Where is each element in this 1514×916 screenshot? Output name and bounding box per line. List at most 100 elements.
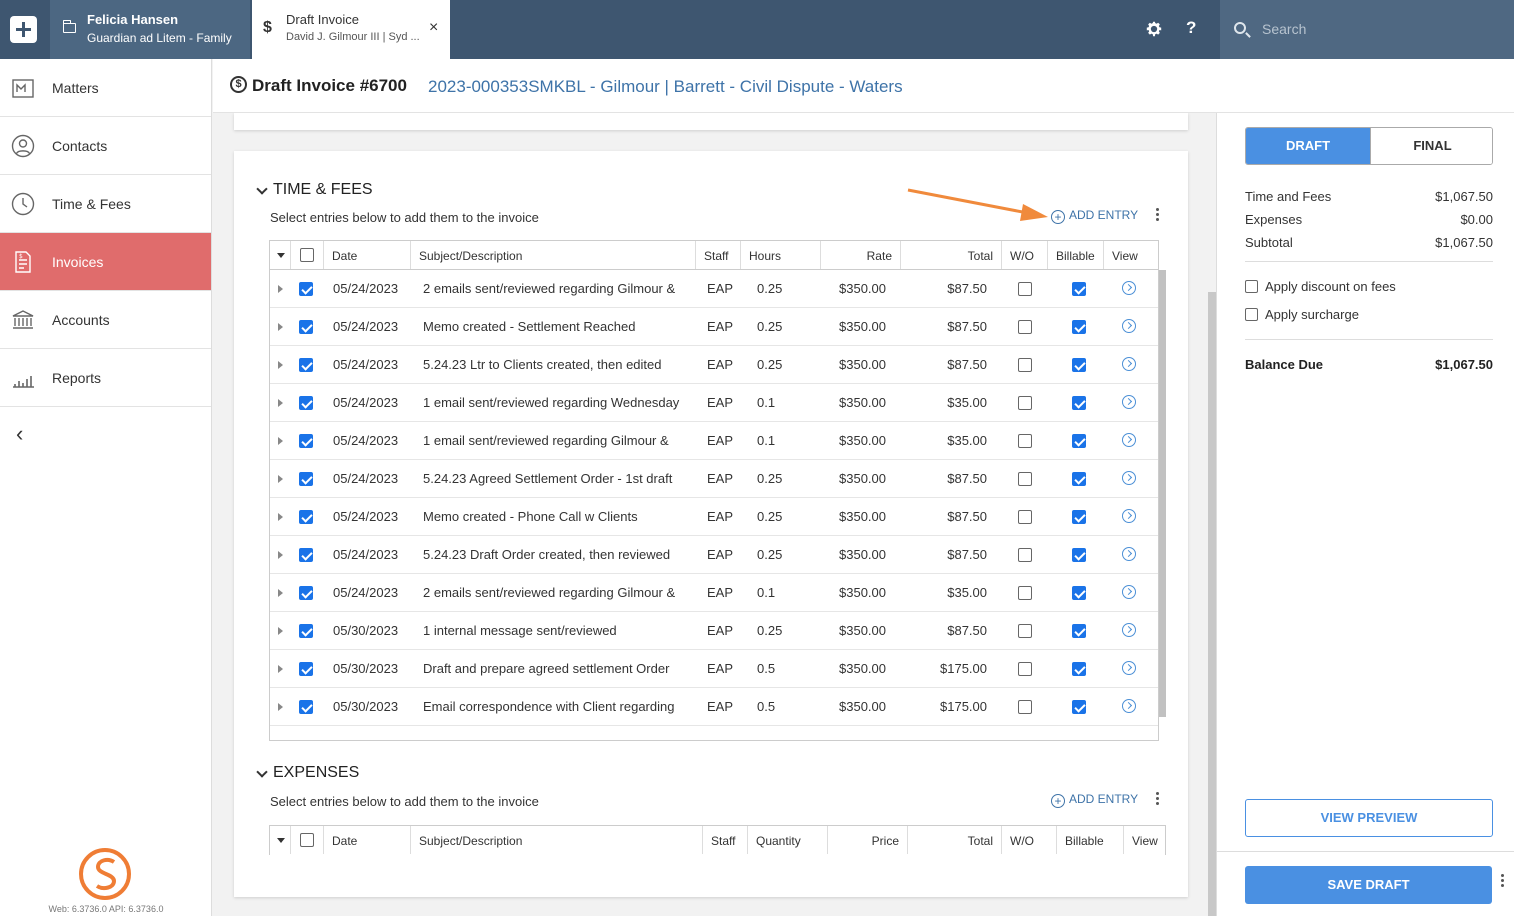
surcharge-option[interactable]: Apply surcharge <box>1245 307 1359 322</box>
view-entry-icon[interactable] <box>1122 433 1136 447</box>
new-item-button[interactable] <box>10 16 37 43</box>
row-select-checkbox[interactable] <box>299 472 313 486</box>
write-off-checkbox[interactable] <box>1018 662 1032 676</box>
save-draft-button[interactable]: SAVE DRAFT <box>1245 866 1492 904</box>
row-select-checkbox[interactable] <box>299 358 313 372</box>
table-row[interactable]: 05/24/2023 5.24.23 Agreed Settlement Orde… <box>270 460 1158 498</box>
billable-checkbox[interactable] <box>1072 320 1086 334</box>
sidebar-item-contacts[interactable]: Contacts <box>0 117 211 175</box>
view-entry-icon[interactable] <box>1122 319 1136 333</box>
collapse-sidebar-icon[interactable]: ‹ <box>16 421 23 447</box>
table-row[interactable]: 05/24/2023 5.24.23 Draft Order created, t… <box>270 536 1158 574</box>
col-total[interactable]: Total <box>908 826 1002 854</box>
surcharge-checkbox[interactable] <box>1245 308 1258 321</box>
row-select-checkbox[interactable] <box>299 282 313 296</box>
row-select-checkbox[interactable] <box>299 320 313 334</box>
view-entry-icon[interactable] <box>1122 395 1136 409</box>
search-input[interactable] <box>1262 18 1492 40</box>
table-row[interactable]: 05/24/2023 1 email sent/reviewed regardin… <box>270 384 1158 422</box>
col-subject[interactable]: Subject/Description <box>411 241 696 269</box>
view-preview-button[interactable]: VIEW PREVIEW <box>1245 799 1493 837</box>
sidebar-item-invoices[interactable]: $ Invoices <box>0 233 211 291</box>
close-icon[interactable]: × <box>429 19 438 37</box>
col-quantity[interactable]: Quantity <box>748 826 828 854</box>
tab-draft-invoice[interactable]: $ Draft Invoice David J. Gilmour III | S… <box>252 0 450 59</box>
write-off-checkbox[interactable] <box>1018 586 1032 600</box>
chevron-down-icon[interactable] <box>256 183 268 195</box>
row-select-checkbox[interactable] <box>299 396 313 410</box>
col-staff[interactable]: Staff <box>696 241 741 269</box>
billable-checkbox[interactable] <box>1072 358 1086 372</box>
table-row[interactable]: 05/24/2023 2 emails sent/reviewed regardi… <box>270 574 1158 612</box>
col-wo[interactable]: W/O <box>1002 241 1048 269</box>
add-time-entry-button[interactable]: + ADD ENTRY <box>1051 208 1138 224</box>
billable-checkbox[interactable] <box>1072 700 1086 714</box>
billable-checkbox[interactable] <box>1072 396 1086 410</box>
view-entry-icon[interactable] <box>1122 661 1136 675</box>
billable-checkbox[interactable] <box>1072 472 1086 486</box>
expand-row-icon[interactable] <box>278 627 283 635</box>
chevron-down-icon[interactable] <box>256 766 268 778</box>
row-select-checkbox[interactable] <box>299 624 313 638</box>
write-off-checkbox[interactable] <box>1018 396 1032 410</box>
billable-checkbox[interactable] <box>1072 586 1086 600</box>
write-off-checkbox[interactable] <box>1018 700 1032 714</box>
more-options-icon[interactable] <box>1156 792 1160 806</box>
billable-checkbox[interactable] <box>1072 282 1086 296</box>
write-off-checkbox[interactable] <box>1018 510 1032 524</box>
expand-row-icon[interactable] <box>278 475 283 483</box>
write-off-checkbox[interactable] <box>1018 358 1032 372</box>
col-wo[interactable]: W/O <box>1002 826 1057 854</box>
expand-row-icon[interactable] <box>278 437 283 445</box>
row-select-checkbox[interactable] <box>299 700 313 714</box>
matter-link[interactable]: 2023-000353SMKBL - Gilmour | Barrett - C… <box>428 77 903 97</box>
write-off-checkbox[interactable] <box>1018 472 1032 486</box>
expand-row-icon[interactable] <box>278 551 283 559</box>
write-off-checkbox[interactable] <box>1018 548 1032 562</box>
discount-checkbox[interactable] <box>1245 280 1258 293</box>
billable-checkbox[interactable] <box>1072 624 1086 638</box>
col-billable[interactable]: Billable <box>1048 241 1104 269</box>
tab-matter[interactable]: Felicia Hansen Guardian ad Litem - Famil… <box>50 0 250 59</box>
more-options-icon[interactable] <box>1501 874 1505 888</box>
expand-row-icon[interactable] <box>278 285 283 293</box>
row-select-checkbox[interactable] <box>299 548 313 562</box>
view-entry-icon[interactable] <box>1122 623 1136 637</box>
table-row[interactable]: 05/30/2023 Email correspondence with Clie… <box>270 688 1158 726</box>
table-row[interactable]: 05/24/2023 Memo created - Phone Call w Cl… <box>270 498 1158 536</box>
view-entry-icon[interactable] <box>1122 699 1136 713</box>
expand-row-icon[interactable] <box>278 323 283 331</box>
view-entry-icon[interactable] <box>1122 585 1136 599</box>
add-expense-entry-button[interactable]: + ADD ENTRY <box>1051 792 1138 808</box>
page-scrollbar[interactable] <box>1208 292 1216 916</box>
write-off-checkbox[interactable] <box>1018 434 1032 448</box>
expand-row-icon[interactable] <box>278 665 283 673</box>
row-select-checkbox[interactable] <box>299 662 313 676</box>
expand-row-icon[interactable] <box>278 589 283 597</box>
final-toggle-button[interactable]: FINAL <box>1370 128 1492 164</box>
col-view[interactable]: View <box>1124 826 1165 854</box>
write-off-checkbox[interactable] <box>1018 624 1032 638</box>
col-date[interactable]: Date <box>324 241 411 269</box>
view-entry-icon[interactable] <box>1122 281 1136 295</box>
col-price[interactable]: Price <box>828 826 908 854</box>
table-row[interactable]: 05/30/2023 1 internal message sent/review… <box>270 612 1158 650</box>
expand-row-icon[interactable] <box>278 513 283 521</box>
sidebar-item-accounts[interactable]: Accounts <box>0 291 211 349</box>
billable-checkbox[interactable] <box>1072 548 1086 562</box>
select-all-checkbox[interactable] <box>300 833 314 847</box>
sidebar-item-matters[interactable]: Matters <box>0 59 211 117</box>
view-entry-icon[interactable] <box>1122 509 1136 523</box>
row-select-checkbox[interactable] <box>299 510 313 524</box>
gear-icon[interactable] <box>1145 20 1163 38</box>
grid-scrollbar[interactable] <box>1159 270 1166 717</box>
sidebar-item-reports[interactable]: Reports <box>0 349 211 407</box>
write-off-checkbox[interactable] <box>1018 282 1032 296</box>
table-row[interactable]: 05/24/2023 1 email sent/reviewed regardin… <box>270 422 1158 460</box>
table-row[interactable]: 05/24/2023 5.24.23 Ltr to Clients created… <box>270 346 1158 384</box>
write-off-checkbox[interactable] <box>1018 320 1032 334</box>
view-entry-icon[interactable] <box>1122 357 1136 371</box>
billable-checkbox[interactable] <box>1072 434 1086 448</box>
sidebar-item-time-fees[interactable]: Time & Fees <box>0 175 211 233</box>
more-options-icon[interactable] <box>1156 208 1160 222</box>
